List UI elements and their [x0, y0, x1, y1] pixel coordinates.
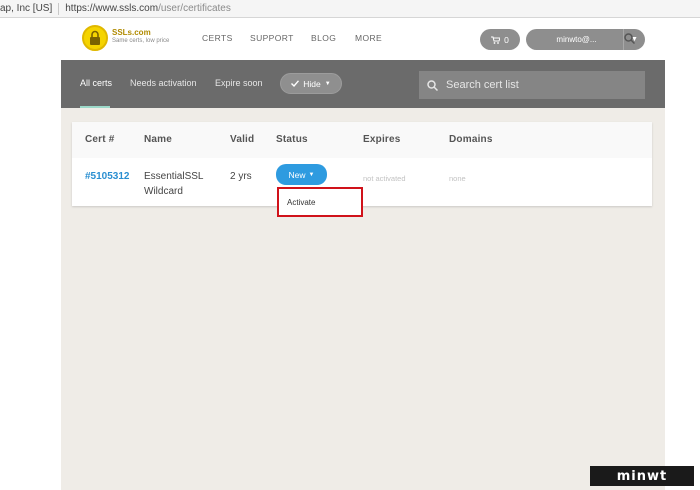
url-host: https://www.ssls.com — [65, 3, 159, 14]
nav-blog[interactable]: BLOG — [311, 33, 336, 43]
cart-count: 0 — [504, 34, 509, 45]
cart-icon — [491, 36, 501, 44]
search-icon — [427, 79, 438, 91]
nav-support[interactable]: SUPPORT — [250, 33, 294, 43]
tab-all-certs[interactable]: All certs — [80, 78, 112, 88]
header-expires: Expires — [363, 134, 401, 145]
header-name: Name — [144, 134, 173, 145]
cert-name: EssentialSSL Wildcard — [144, 169, 203, 199]
cert-name-line1: EssentialSSL — [144, 171, 204, 182]
hide-label: Hide — [303, 78, 321, 89]
hide-button[interactable]: Hide ▼ — [280, 73, 342, 94]
status-new-button[interactable]: New ▼ — [276, 164, 327, 185]
active-tab-indicator — [80, 106, 110, 108]
cert-search-box[interactable] — [419, 71, 645, 99]
nav-certs[interactable]: CERTS — [202, 33, 233, 43]
status-label: New — [288, 169, 306, 180]
certificate-org: ap, Inc [US] — [0, 3, 53, 14]
status-dropdown-menu: Activate — [277, 187, 363, 217]
table-header: Cert # Name Valid Status Expires Domains — [72, 122, 652, 158]
watermark: minwt — [590, 466, 694, 486]
certs-toolbar: All certs Needs activation Expire soon H… — [61, 60, 665, 108]
cert-domains: none — [449, 174, 466, 183]
browser-address-bar[interactable]: ap, Inc [US] https://www.ssls.com/user/c… — [0, 0, 700, 18]
header-domains: Domains — [449, 134, 493, 145]
nav-more[interactable]: MORE — [355, 33, 382, 43]
header-valid: Valid — [230, 134, 255, 145]
cart-button[interactable]: 0 — [480, 29, 520, 50]
cert-search-input[interactable] — [446, 79, 636, 91]
cert-expires: not activated — [363, 174, 406, 183]
padlock-logo-icon[interactable] — [82, 25, 108, 51]
address-divider — [58, 2, 60, 15]
checkmark-icon — [291, 80, 300, 87]
url-path: /user/certificates — [158, 3, 231, 14]
caret-down-icon: ▼ — [308, 171, 315, 178]
caret-down-icon: ▼ — [324, 80, 331, 87]
header-status: Status — [276, 134, 308, 145]
cert-name-line2: Wildcard — [144, 186, 183, 197]
brand-tagline: Same certs, low price — [112, 38, 170, 44]
address-url[interactable]: https://www.ssls.com/user/certificates — [65, 3, 231, 14]
tab-expire-soon[interactable]: Expire soon — [215, 78, 263, 88]
search-icon[interactable] — [624, 33, 635, 44]
brand-name[interactable]: SSLs.com — [112, 28, 151, 37]
header-cert-number: Cert # — [85, 134, 115, 145]
site-header: SSLs.com Same certs, low price CERTS SUP… — [61, 18, 665, 60]
cert-valid: 2 yrs — [230, 171, 252, 182]
user-name: minwto@... — [556, 35, 597, 44]
cert-number-link[interactable]: #5105312 — [85, 169, 130, 184]
page: SSLs.com Same certs, low price CERTS SUP… — [61, 18, 665, 490]
activate-menu-item[interactable]: Activate — [287, 198, 315, 207]
tab-needs-activation[interactable]: Needs activation — [130, 78, 197, 88]
